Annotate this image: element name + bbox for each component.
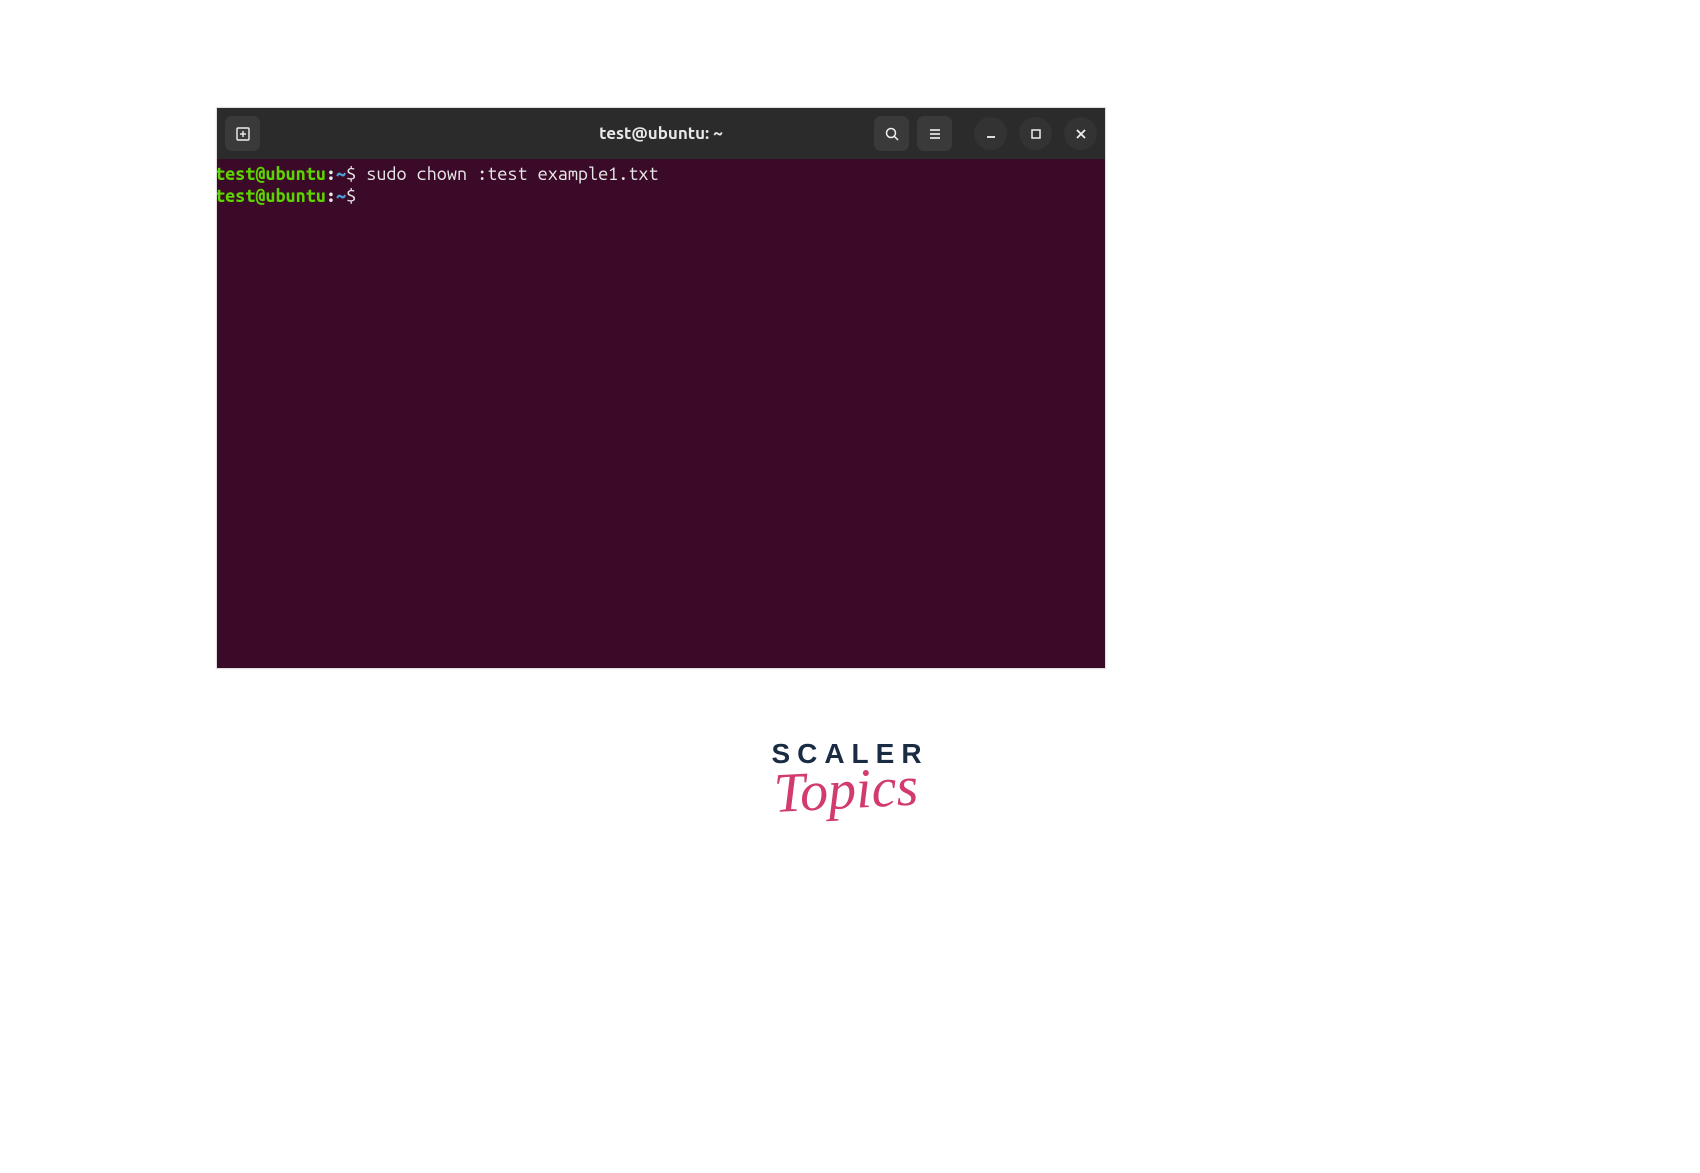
prompt-user: test@ubuntu xyxy=(217,186,326,206)
new-tab-icon xyxy=(235,126,251,142)
scaler-logo: SCALER Topics xyxy=(750,738,950,813)
prompt-dollar: $ xyxy=(346,164,366,184)
terminal-line: test@ubuntu:~$ sudo chown :test example1… xyxy=(217,163,1103,185)
prompt-user: test@ubuntu xyxy=(217,164,326,184)
search-icon xyxy=(884,126,900,142)
command-text: sudo chown :test example1.txt xyxy=(366,164,658,184)
terminal-line: test@ubuntu:~$ xyxy=(217,185,1103,207)
search-button[interactable] xyxy=(874,116,909,151)
minimize-icon xyxy=(983,126,999,142)
new-tab-button[interactable] xyxy=(225,116,260,151)
close-button[interactable] xyxy=(1064,117,1097,150)
menu-button[interactable] xyxy=(917,116,952,151)
prompt-path: ~ xyxy=(336,164,346,184)
maximize-button[interactable] xyxy=(1019,117,1052,150)
prompt-colon: : xyxy=(326,164,336,184)
terminal-body[interactable]: test@ubuntu:~$ sudo chown :test example1… xyxy=(217,159,1105,668)
prompt-dollar: $ xyxy=(346,186,366,206)
close-icon xyxy=(1073,126,1089,142)
maximize-icon xyxy=(1028,126,1044,142)
minimize-button[interactable] xyxy=(974,117,1007,150)
prompt-path: ~ xyxy=(336,186,346,206)
window-titlebar: test@ubuntu: ~ xyxy=(217,108,1105,159)
prompt-colon: : xyxy=(326,186,336,206)
terminal-window: test@ubuntu: ~ xyxy=(216,107,1106,669)
hamburger-icon xyxy=(927,126,943,142)
logo-line2: Topics xyxy=(745,763,947,818)
